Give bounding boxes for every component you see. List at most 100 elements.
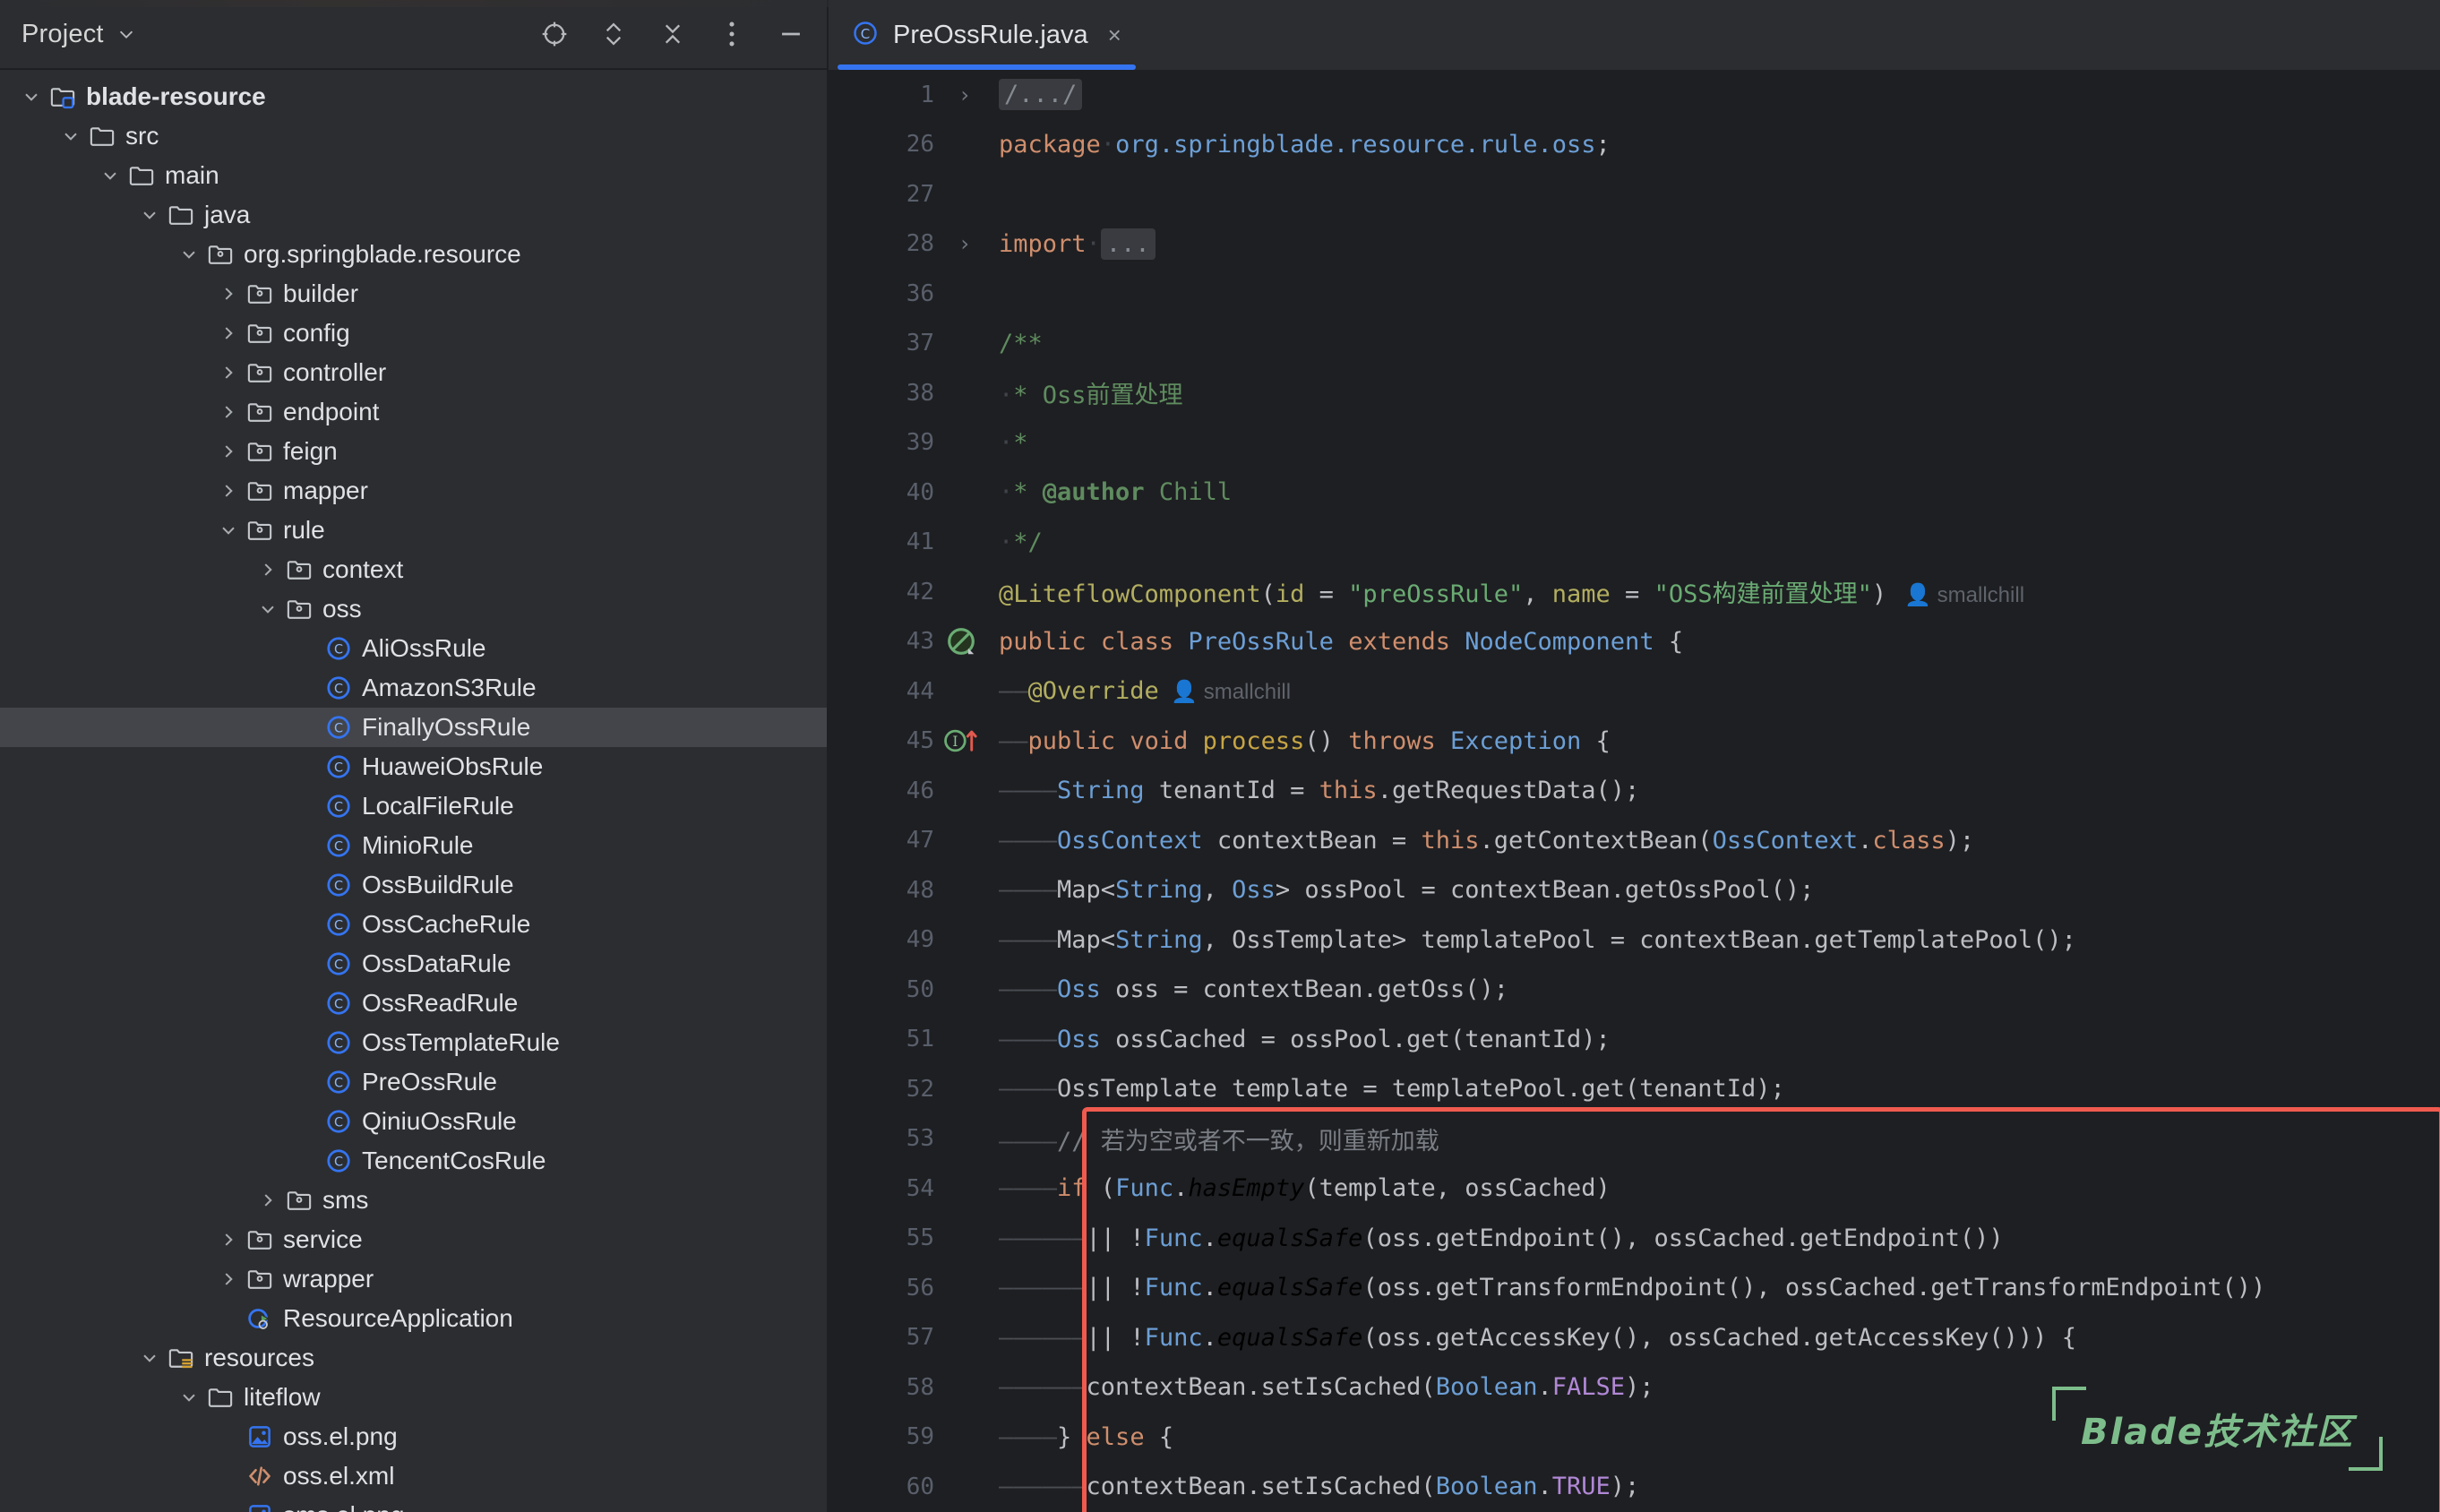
code-line[interactable]: 56 ——————|| !Func.equalsSafe(oss.getTrans… xyxy=(829,1263,2440,1313)
code-line[interactable]: 49 ————Map<String, OssTemplate> templateP… xyxy=(829,915,2440,966)
fold-expand-icon[interactable]: › xyxy=(943,231,986,256)
tree-item-org-springblade-resource[interactable]: org.springblade.resource xyxy=(0,235,827,274)
chevron-right-icon[interactable] xyxy=(213,476,244,506)
code-text: ————Oss ossCached = ossPool.get(tenantId… xyxy=(999,1025,1611,1053)
tree-item-aliossrule[interactable]: C AliOssRule xyxy=(0,629,827,668)
code-line[interactable]: 36 xyxy=(829,269,2440,319)
code-line[interactable]: 26 package·org.springblade.resource.rule.… xyxy=(829,120,2440,170)
code-line[interactable]: 53 ————// 若为空或者不一致，则重新加载 xyxy=(829,1114,2440,1164)
tree-item-miniorule[interactable]: C MinioRule xyxy=(0,826,827,865)
tab-preossrule[interactable]: C PreOssRule.java × xyxy=(829,0,1145,70)
select-opened-file-icon[interactable] xyxy=(538,18,571,50)
code-line[interactable]: 39 ·* xyxy=(829,418,2440,468)
tree-item-resources[interactable]: resources xyxy=(0,1338,827,1378)
tree-item-feign[interactable]: feign xyxy=(0,432,827,471)
more-options-icon[interactable] xyxy=(716,18,748,50)
tree-item-endpoint[interactable]: endpoint xyxy=(0,392,827,432)
code-line[interactable]: 55 ——————|| !Func.equalsSafe(oss.getEndpo… xyxy=(829,1214,2440,1264)
tree-item-blade-resource[interactable]: blade-resource xyxy=(0,77,827,116)
code-line[interactable]: 46 ————String tenantId = this.getRequestD… xyxy=(829,766,2440,816)
code-editor[interactable]: 1 ›/.../26 package·org.springblade.resourc… xyxy=(829,70,2440,1512)
code-line[interactable]: 40 ·* @author Chill xyxy=(829,468,2440,518)
code-line[interactable]: 41 ·*/ xyxy=(829,518,2440,568)
tree-item-ossreadrule[interactable]: C OssReadRule xyxy=(0,984,827,1023)
hide-panel-icon[interactable] xyxy=(775,18,807,50)
code-line[interactable]: 37 /** xyxy=(829,319,2440,369)
chevron-down-icon[interactable] xyxy=(16,82,47,112)
tree-item-preossrule[interactable]: C PreOssRule xyxy=(0,1062,827,1102)
project-tree[interactable]: blade-resource src main java org.springblade… xyxy=(0,70,827,1512)
tree-item-amazons3rule[interactable]: C AmazonS3Rule xyxy=(0,668,827,708)
chevron-right-icon[interactable] xyxy=(213,1224,244,1255)
svg-text:C: C xyxy=(334,958,343,973)
code-line[interactable]: 57 ——————|| !Func.equalsSafe(oss.getAcces… xyxy=(829,1313,2440,1363)
chevron-down-icon[interactable] xyxy=(174,1382,204,1413)
tree-item-resourceapplication[interactable]: ResourceApplication xyxy=(0,1299,827,1338)
code-line[interactable]: 50 ————Oss oss = contextBean.getOss(); xyxy=(829,965,2440,1015)
code-line[interactable]: 42 @LiteflowComponent(id = "preOssRule", … xyxy=(829,567,2440,617)
tree-item-oss-el-xml[interactable]: oss.el.xml xyxy=(0,1456,827,1496)
chevron-down-icon[interactable] xyxy=(95,160,125,191)
chevron-down-icon[interactable] xyxy=(134,1343,165,1373)
chevron-right-icon[interactable] xyxy=(213,318,244,348)
tree-item-qiniuossrule[interactable]: C QiniuOssRule xyxy=(0,1102,827,1141)
chevron-down-icon[interactable] xyxy=(213,515,244,546)
tree-item-builder[interactable]: builder xyxy=(0,274,827,314)
tree-item-tencentcosrule[interactable]: C TencentCosRule xyxy=(0,1141,827,1181)
tree-item-main[interactable]: main xyxy=(0,156,827,195)
tree-item-oss-el-png[interactable]: oss.el.png xyxy=(0,1417,827,1456)
tree-item-huaweiobsrule[interactable]: C HuaweiObsRule xyxy=(0,747,827,786)
chevron-right-icon[interactable] xyxy=(213,357,244,388)
tree-item-wrapper[interactable]: wrapper xyxy=(0,1259,827,1299)
chevron-down-icon[interactable] xyxy=(116,24,136,44)
collapse-all-icon[interactable] xyxy=(657,18,689,50)
tree-item-ossbuildrule[interactable]: C OssBuildRule xyxy=(0,865,827,905)
chevron-down-icon[interactable] xyxy=(174,239,204,270)
code-line[interactable]: 38 ·* Oss前置处理 xyxy=(829,368,2440,418)
tree-item-label: OssDataRule xyxy=(362,949,511,977)
code-line[interactable]: 27 xyxy=(829,169,2440,219)
fold-expand-icon[interactable]: › xyxy=(943,82,986,107)
code-line[interactable]: 54 ————if (Func.hasEmpty(template, ossCac… xyxy=(829,1164,2440,1214)
tree-item-osstemplaterule[interactable]: C OssTemplateRule xyxy=(0,1023,827,1062)
chevron-down-icon[interactable] xyxy=(134,200,165,230)
tree-item-finallyossrule[interactable]: C FinallyOssRule xyxy=(0,708,827,747)
chevron-right-icon[interactable] xyxy=(213,397,244,427)
tree-item-sms[interactable]: sms xyxy=(0,1181,827,1220)
tree-item-context[interactable]: context xyxy=(0,550,827,589)
tree-item-config[interactable]: config xyxy=(0,314,827,353)
override-method-icon[interactable]: I xyxy=(941,721,981,760)
code-line[interactable]: 1 ›/.../ xyxy=(829,70,2440,120)
tree-item-ossdatarule[interactable]: C OssDataRule xyxy=(0,944,827,984)
code-line[interactable]: 44 ——@Override 👤 smallchill xyxy=(829,666,2440,717)
code-line[interactable]: 43 public class PreOssRule extends NodeCo… xyxy=(829,617,2440,667)
tree-item-osscacherule[interactable]: C OssCacheRule xyxy=(0,905,827,944)
tree-item-sms-el-png[interactable]: sms.el.png xyxy=(0,1496,827,1512)
tree-item-oss[interactable]: oss xyxy=(0,589,827,629)
tree-item-java[interactable]: java xyxy=(0,195,827,235)
chevron-right-icon[interactable] xyxy=(253,554,283,585)
close-icon[interactable]: × xyxy=(1108,23,1121,47)
chevron-right-icon[interactable] xyxy=(213,279,244,309)
code-line[interactable]: 51 ————Oss ossCached = ossPool.get(tenant… xyxy=(829,1015,2440,1065)
tree-item-localfilerule[interactable]: C LocalFileRule xyxy=(0,786,827,826)
tree-item-controller[interactable]: controller xyxy=(0,353,827,392)
code-line[interactable]: 48 ————Map<String, Oss> ossPool = context… xyxy=(829,865,2440,915)
tree-item-liteflow[interactable]: liteflow xyxy=(0,1378,827,1417)
chevron-down-icon[interactable] xyxy=(56,121,86,151)
code-line[interactable]: 28 › import·... xyxy=(829,219,2440,270)
code-line[interactable]: 45 I ——public void process() throws Except… xyxy=(829,717,2440,767)
chevron-down-icon[interactable] xyxy=(253,594,283,624)
chevron-right-icon[interactable] xyxy=(253,1185,283,1216)
tree-item-service[interactable]: service xyxy=(0,1220,827,1259)
tree-item-src[interactable]: src xyxy=(0,116,827,156)
code-line[interactable]: 52 ————OssTemplate template = templatePoo… xyxy=(829,1064,2440,1114)
spring-bean-icon[interactable] xyxy=(941,622,981,661)
chevron-right-icon[interactable] xyxy=(213,436,244,467)
code-line[interactable]: 60 ——————contextBean.setIsCached(Boolean.… xyxy=(829,1462,2440,1512)
expand-all-icon[interactable] xyxy=(597,18,630,50)
tree-item-mapper[interactable]: mapper xyxy=(0,471,827,511)
chevron-right-icon[interactable] xyxy=(213,1264,244,1294)
code-line[interactable]: 47 ————OssContext contextBean = this.getC… xyxy=(829,816,2440,866)
tree-item-rule[interactable]: rule xyxy=(0,511,827,550)
